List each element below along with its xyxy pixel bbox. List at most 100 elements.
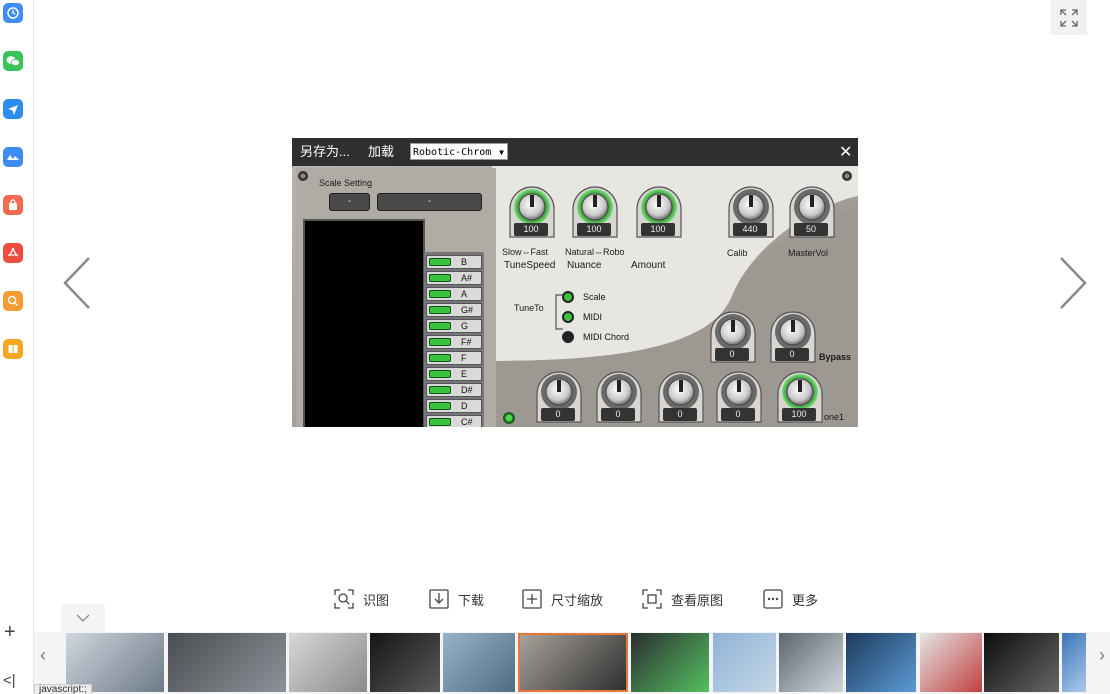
resize-label: 尺寸缩放 xyxy=(551,592,604,608)
note-led-icon xyxy=(429,274,451,282)
bottom-knob-0[interactable]: 0 xyxy=(531,370,587,426)
filmstrip-next-icon[interactable]: › xyxy=(1099,645,1105,666)
prev-image-arrow-icon[interactable] xyxy=(62,256,92,310)
note-label: B xyxy=(461,257,468,267)
knob-right-1[interactable]: 50 xyxy=(784,185,840,241)
bypass-knob-0[interactable]: 0 xyxy=(705,310,761,366)
note-row[interactable]: G# xyxy=(426,303,482,317)
note-row[interactable]: A xyxy=(426,287,482,301)
download-label: 下载 xyxy=(458,592,485,608)
search-app-icon[interactable] xyxy=(3,291,23,311)
tune-to-label: TuneTo xyxy=(514,303,544,313)
pdf-app-icon[interactable] xyxy=(3,243,23,263)
knob-value: 100 xyxy=(514,223,548,236)
thumbnail[interactable] xyxy=(846,633,916,692)
more-button[interactable]: 更多 xyxy=(762,588,818,610)
thumbnail[interactable] xyxy=(443,633,515,692)
note-led-icon xyxy=(429,370,451,378)
download-icon xyxy=(429,589,449,609)
bypass-knob-1[interactable]: 0 xyxy=(765,310,821,366)
thumbnail-selected[interactable] xyxy=(518,633,628,692)
knob-label: Calib xyxy=(727,248,748,258)
fullscreen-button[interactable] xyxy=(1051,0,1087,35)
add-app-icon[interactable]: + xyxy=(4,622,16,642)
more-icon xyxy=(763,589,783,609)
wechat-app-icon[interactable] xyxy=(3,51,23,71)
note-label: G# xyxy=(461,305,474,315)
note-led-icon xyxy=(429,322,451,330)
plane-app-icon[interactable] xyxy=(3,99,23,119)
tune-to-option-label: MIDI Chord xyxy=(583,332,630,342)
scale-key-button[interactable]: - xyxy=(329,193,370,211)
identify-image-button[interactable]: 识图 xyxy=(333,588,389,610)
fullscreen-icon xyxy=(1060,8,1078,27)
filmstrip-prev-icon[interactable]: ‹ xyxy=(40,645,46,666)
save-as-button[interactable]: 另存为... xyxy=(300,143,350,161)
thumbnail[interactable] xyxy=(370,633,440,692)
thumbnail[interactable] xyxy=(984,633,1059,692)
bottom-knob-1[interactable]: 0 xyxy=(591,370,647,426)
note-label: G xyxy=(461,321,469,331)
bottom-label: one1 xyxy=(824,412,845,422)
note-row[interactable]: B xyxy=(426,255,482,269)
shopping-app-icon[interactable] xyxy=(3,195,23,215)
identify-label: 识图 xyxy=(363,592,390,608)
bottom-knob-3[interactable]: 0 xyxy=(711,370,767,426)
thumbnail[interactable] xyxy=(713,633,776,692)
note-row[interactable]: E xyxy=(426,367,482,381)
resize-button[interactable]: 尺寸缩放 xyxy=(521,588,603,610)
knob-value: 0 xyxy=(601,408,635,421)
main-image-autotune-plugin: 另存为... 加载 Robotic-Chrom ▼ ✕ Scale Settin… xyxy=(292,138,858,427)
view-original-button[interactable]: 查看原图 xyxy=(641,588,723,610)
next-image-arrow-icon[interactable] xyxy=(1058,256,1088,310)
knob-value: 0 xyxy=(721,408,755,421)
note-row[interactable]: D xyxy=(426,399,482,413)
bottom-knob-4[interactable]: 100 xyxy=(772,370,828,426)
clock-app-icon[interactable] xyxy=(3,3,23,23)
note-row[interactable]: A# xyxy=(426,271,482,285)
preset-dropdown[interactable]: Robotic-Chrom ▼ xyxy=(410,143,508,160)
app-sidebar: + <| xyxy=(0,0,34,694)
knob-label: TuneSpeed xyxy=(504,260,556,271)
bottom-knob-2[interactable]: 0 xyxy=(653,370,709,426)
knob-value: 100 xyxy=(577,223,611,236)
note-row[interactable]: G xyxy=(426,319,482,333)
close-icon[interactable]: ✕ xyxy=(839,142,852,162)
note-row[interactable]: C# xyxy=(426,415,482,427)
knob-value: 0 xyxy=(715,348,749,361)
cloud-app-icon[interactable] xyxy=(3,147,23,167)
knob-top-0[interactable]: 100 xyxy=(504,185,560,241)
download-button[interactable]: 下载 xyxy=(428,588,484,610)
collapse-filmstrip-button[interactable] xyxy=(61,604,105,632)
frame-icon xyxy=(642,589,662,609)
thumbnail[interactable] xyxy=(289,633,367,692)
note-led-icon xyxy=(429,306,451,314)
note-row[interactable]: F xyxy=(426,351,482,365)
chevron-down-icon xyxy=(76,614,90,622)
note-led-icon xyxy=(429,402,451,410)
note-led-icon xyxy=(429,354,451,362)
thumbnail[interactable] xyxy=(631,633,709,692)
knob-value: 0 xyxy=(663,408,697,421)
knob-right-0[interactable]: 440 xyxy=(723,185,779,241)
book-app-icon[interactable] xyxy=(3,339,23,359)
radio-led-icon xyxy=(562,291,574,303)
note-row[interactable]: F# xyxy=(426,335,482,349)
knob-range-label: Slow⇔Fast xyxy=(502,247,549,257)
load-button[interactable]: 加载 xyxy=(368,143,394,161)
scale-type-button[interactable]: - xyxy=(377,193,482,211)
knob-value: 100 xyxy=(641,223,675,236)
knob-top-1[interactable]: 100 xyxy=(567,185,623,241)
power-led-icon xyxy=(503,412,515,424)
radio-led-icon xyxy=(562,311,574,323)
note-led-icon xyxy=(429,258,451,266)
note-label: E xyxy=(461,369,468,379)
thumbnail[interactable] xyxy=(1062,633,1086,692)
note-row[interactable]: D# xyxy=(426,383,482,397)
more-label: 更多 xyxy=(792,592,819,608)
thumbnail[interactable] xyxy=(779,633,843,692)
collapse-sidebar-icon[interactable]: <| xyxy=(3,672,16,689)
thumbnail[interactable] xyxy=(168,633,286,692)
knob-top-2[interactable]: 100 xyxy=(631,185,687,241)
thumbnail[interactable] xyxy=(920,633,982,692)
